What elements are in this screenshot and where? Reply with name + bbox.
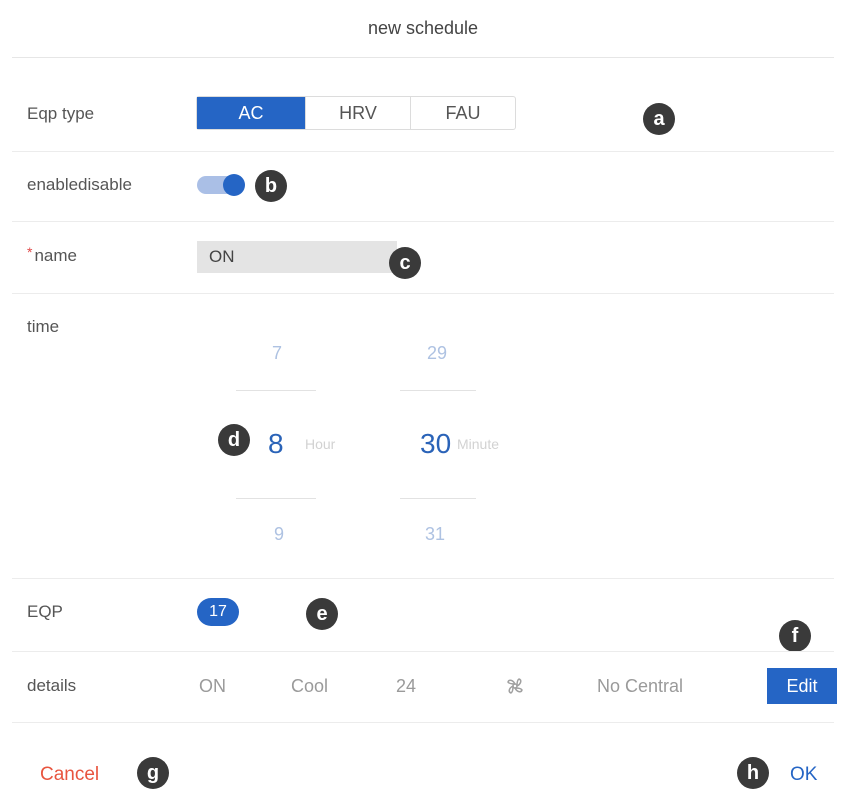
detail-power: ON — [199, 676, 226, 696]
callout-b: b — [255, 170, 287, 202]
hour-next: 9 — [273, 524, 284, 544]
eqp-label: EQP — [27, 602, 63, 621]
eqp-type-fau-button[interactable]: FAU — [411, 97, 515, 129]
eqp-type-ac-button[interactable]: AC — [197, 97, 306, 129]
fan-icon-svg — [507, 678, 523, 694]
callout-a: a — [643, 103, 675, 135]
name-label-text: name — [34, 246, 77, 265]
minute-unit: Minute — [457, 436, 500, 452]
minute-next: 31 — [424, 524, 446, 544]
dialog-title: new schedule — [367, 18, 479, 38]
row-divider — [12, 221, 834, 222]
toggle-knob — [223, 174, 245, 196]
name-label: * name — [27, 244, 77, 266]
ok-button[interactable]: OK — [790, 764, 817, 786]
enable-label: enabledisable — [27, 175, 132, 194]
callout-h: h — [737, 757, 769, 789]
required-marker: * — [27, 244, 33, 260]
minute-selected: 30 — [420, 428, 452, 459]
eqp-count-badge[interactable]: 17 — [197, 598, 239, 626]
row-divider — [12, 293, 834, 294]
time-label: time — [27, 317, 60, 336]
row-divider — [12, 651, 834, 652]
eqp-type-selector: AC HRV FAU — [196, 96, 516, 130]
detail-mode: Cool — [291, 676, 329, 696]
hour-prev: 7 — [271, 343, 282, 363]
minute-select-line-bottom — [400, 498, 476, 499]
detail-temperature: 24 — [396, 676, 417, 696]
callout-f: f — [779, 620, 811, 652]
enable-toggle[interactable] — [197, 174, 245, 196]
name-input[interactable] — [197, 241, 397, 273]
row-divider — [12, 722, 834, 723]
hour-selected: 8 — [268, 428, 284, 459]
hour-select-line-top — [236, 390, 316, 391]
row-divider — [12, 151, 834, 152]
fan-icon — [503, 674, 527, 703]
eqp-type-hrv-button[interactable]: HRV — [306, 97, 411, 129]
eqp-type-label: Eqp type — [27, 104, 95, 123]
hour-select-line-bottom — [236, 498, 316, 499]
callout-c: c — [389, 247, 421, 279]
edit-button[interactable]: Edit — [767, 668, 837, 704]
cancel-button[interactable]: Cancel — [40, 764, 99, 786]
callout-d: d — [218, 424, 250, 456]
title-divider — [12, 57, 834, 58]
row-divider — [12, 578, 834, 579]
details-label: details — [27, 676, 77, 695]
callout-e: e — [306, 598, 338, 630]
hour-unit: Hour — [305, 436, 336, 452]
minute-prev: 29 — [426, 343, 448, 363]
callout-g: g — [137, 757, 169, 789]
minute-select-line-top — [400, 390, 476, 391]
detail-central: No Central — [597, 676, 684, 696]
